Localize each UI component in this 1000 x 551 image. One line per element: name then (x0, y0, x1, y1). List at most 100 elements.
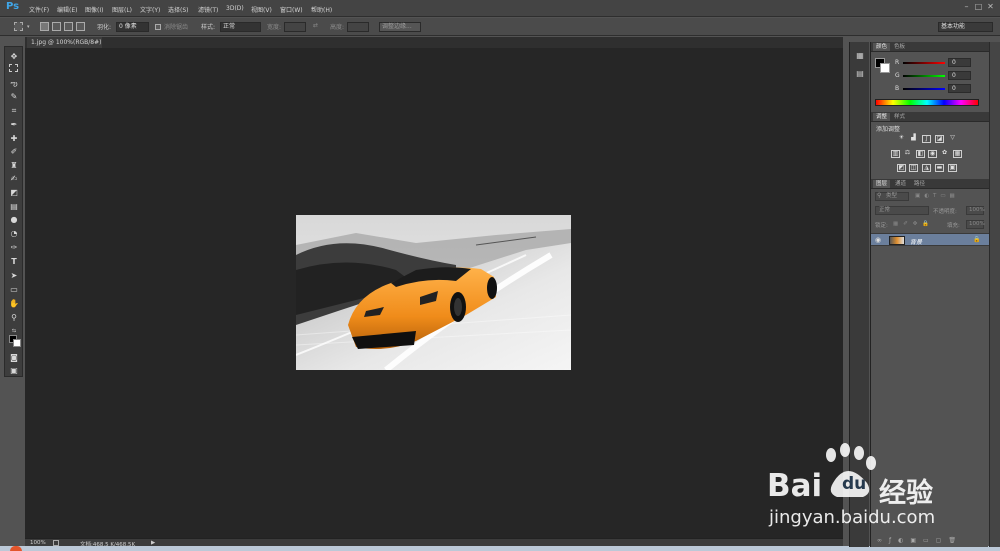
color-spectrum-bar[interactable] (875, 99, 979, 106)
eraser-icon[interactable]: ◩ (8, 187, 20, 198)
posterize-icon[interactable]: ◫ (909, 164, 918, 172)
antialias-checkbox[interactable] (155, 24, 161, 30)
layer-footer-icons[interactable]: ∞ƒ◐▣▭▢🗑 (877, 537, 963, 544)
vibrance-icon[interactable]: ▽ (948, 135, 957, 143)
screen-mode-icon[interactable]: ▣ (8, 365, 20, 376)
channel-mixer-icon[interactable]: ✿ (940, 150, 949, 158)
menu-window[interactable]: 窗口(W) (280, 5, 303, 14)
channel-g-slider[interactable] (903, 75, 945, 77)
eyedropper-icon[interactable]: ✒ (8, 119, 20, 130)
menu-edit[interactable]: 编辑(E) (57, 5, 77, 14)
maximize-button[interactable]: □ (974, 2, 983, 11)
add-selection-icon[interactable] (52, 22, 61, 31)
tab-styles[interactable]: 样式 (891, 113, 908, 121)
layer-row-background[interactable]: ◉ 背景 🔒 (871, 233, 989, 246)
history-brush-icon[interactable]: ✍ (8, 173, 20, 184)
right-scrollbar[interactable] (989, 42, 1000, 547)
opacity-input[interactable]: 100% (966, 206, 985, 215)
hand-icon[interactable]: ✋ (8, 298, 20, 309)
crop-icon[interactable]: ⌗ (8, 105, 20, 116)
lock-icons[interactable]: ▦✐✥🔒 (893, 221, 934, 227)
brightness-icon[interactable]: ☀ (897, 135, 906, 143)
blur-icon[interactable]: ● (8, 214, 20, 225)
chevron-down-icon[interactable]: ▾ (27, 24, 30, 30)
background-color-swatch[interactable] (13, 339, 21, 347)
workspace-select[interactable]: 基本功能 (938, 22, 993, 32)
menu-layer[interactable]: 图层(L) (112, 5, 132, 14)
blend-mode-select[interactable]: 正常 (875, 206, 929, 215)
exposure-icon[interactable]: ◪ (935, 135, 944, 143)
invert-icon[interactable]: ◩ (897, 164, 906, 172)
document-tab-bar (25, 37, 843, 48)
height-input[interactable] (347, 22, 369, 32)
curves-icon[interactable]: ∫ (922, 135, 931, 143)
start-button-icon[interactable] (10, 546, 22, 551)
color-lookup-icon[interactable]: ▦ (953, 150, 962, 158)
close-button[interactable]: ✕ (986, 2, 995, 11)
menu-filter[interactable]: 滤镜(T) (198, 5, 218, 14)
menu-select[interactable]: 选择(S) (168, 5, 189, 14)
gradient-icon[interactable]: ▤ (8, 201, 20, 212)
tab-adjustments[interactable]: 调整 (873, 113, 891, 121)
width-label: 宽度: (267, 24, 282, 31)
quick-select-icon[interactable]: ✎ (8, 91, 20, 102)
tab-color[interactable]: 颜色 (873, 43, 891, 51)
channel-b-slider[interactable] (903, 88, 945, 90)
subtract-selection-icon[interactable] (64, 22, 73, 31)
path-select-icon[interactable]: ➤ (8, 270, 20, 281)
history-panel-icon[interactable]: ▦ (854, 50, 866, 61)
levels-icon[interactable]: ▟ (909, 135, 918, 143)
threshold-icon[interactable]: ◮ (922, 164, 931, 172)
refine-edge-button[interactable]: 调整边缘... (379, 22, 421, 32)
selective-color-icon[interactable]: ▣ (948, 164, 957, 172)
brush-icon[interactable]: ✐ (8, 146, 20, 157)
marquee-preset-icon[interactable] (14, 22, 23, 31)
menu-3d[interactable]: 3D(D) (226, 5, 244, 12)
type-icon[interactable]: T (8, 256, 20, 267)
tab-layers[interactable]: 图层 (873, 180, 891, 188)
move-icon[interactable]: ✥ (8, 51, 20, 62)
channel-r-slider[interactable] (903, 62, 945, 64)
menu-file[interactable]: 文件(F) (29, 5, 49, 14)
tab-swatches[interactable]: 色板 (891, 43, 908, 51)
hue-saturation-icon[interactable]: ▥ (891, 150, 900, 158)
black-white-icon[interactable]: ◧ (916, 150, 925, 158)
menu-view[interactable]: 视图(V) (251, 5, 272, 14)
visibility-eye-icon[interactable]: ◉ (875, 236, 881, 244)
swap-icon[interactable]: ⇄ (313, 22, 318, 29)
color-balance-icon[interactable]: ⚖ (903, 150, 912, 158)
channel-b-input[interactable]: 0 (948, 84, 971, 93)
photo-filter-icon[interactable]: ◉ (928, 150, 937, 158)
pen-icon[interactable]: ✑ (8, 242, 20, 253)
properties-panel-icon[interactable]: ▤ (854, 68, 866, 79)
background-color-chip[interactable] (880, 63, 890, 73)
document-tab[interactable]: 1.jpg @ 100%(RGB/8#) (27, 37, 102, 48)
layer-filter-icons[interactable]: ▣◐T▭▦ (915, 193, 959, 199)
menu-help[interactable]: 帮助(H) (311, 5, 332, 14)
fill-input[interactable]: 100% (966, 220, 985, 229)
shape-icon[interactable]: ▭ (8, 284, 20, 295)
feather-input[interactable]: 0 像素 (116, 22, 149, 32)
document-image[interactable] (296, 215, 571, 370)
gradient-map-icon[interactable]: ▬ (935, 164, 944, 172)
quick-mask-icon[interactable]: ◙ (8, 352, 20, 363)
tab-paths[interactable]: 路径 (911, 180, 928, 188)
marquee-icon[interactable] (9, 64, 18, 72)
minimize-button[interactable]: – (962, 2, 971, 11)
antialias-label: 消除锯齿 (164, 24, 189, 31)
intersect-selection-icon[interactable] (76, 22, 85, 31)
healing-icon[interactable]: ✚ (8, 133, 20, 144)
style-select[interactable]: 正常 (220, 22, 261, 32)
new-selection-icon[interactable] (40, 22, 49, 31)
tab-channels[interactable]: 通道 (892, 180, 909, 188)
channel-g-input[interactable]: 0 (948, 71, 971, 80)
zoom-icon[interactable]: ⚲ (8, 312, 20, 323)
menu-type[interactable]: 文字(Y) (140, 5, 160, 14)
channel-r-input[interactable]: 0 (948, 58, 971, 67)
stamp-icon[interactable]: ♜ (8, 160, 20, 171)
width-input[interactable] (284, 22, 306, 32)
dodge-icon[interactable]: ◔ (8, 228, 20, 239)
menu-image[interactable]: 图像(I) (85, 5, 103, 14)
lasso-icon[interactable]: ఌ (8, 78, 20, 89)
layer-name[interactable]: 背景 (910, 237, 922, 246)
